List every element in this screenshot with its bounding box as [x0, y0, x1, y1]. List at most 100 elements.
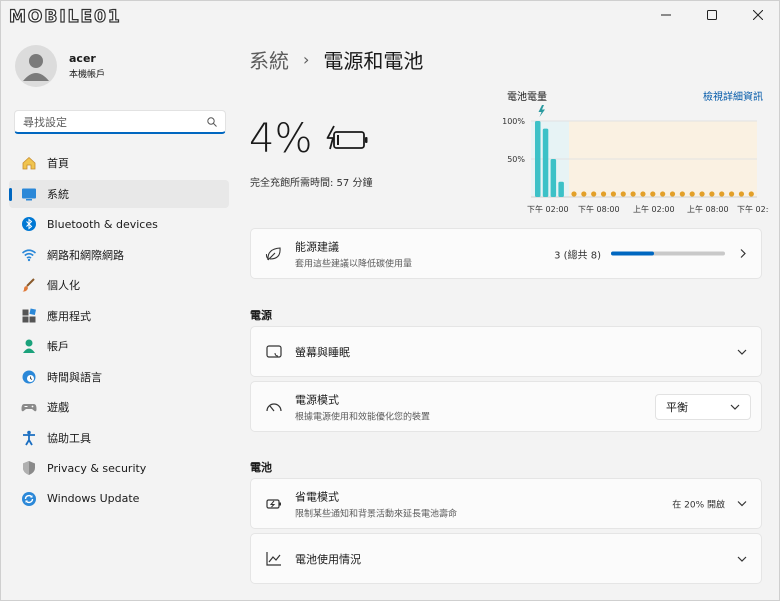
energy-recommendations-card[interactable]: 能源建議 套用這些建議以降低碳使用量 3 (總共 8): [250, 228, 762, 279]
battery-level-dot: [748, 191, 754, 197]
battery-level-dot: [719, 191, 725, 197]
settings-window: MOBILE01 acer 本機帳戶 尋找設定 首頁 系統 Bluetooth …: [0, 0, 780, 601]
battery-saver-card[interactable]: 省電模式 限制某些通知和背景活動來延長電池壽命 在 20% 開啟: [250, 478, 762, 529]
power-section-title: 電源: [250, 309, 272, 322]
screen-sleep-title: 螢幕與睡眠: [295, 345, 350, 359]
battery-saver-title: 省電模式: [295, 490, 339, 503]
person-icon: [21, 338, 37, 354]
nav-label: 首頁: [47, 157, 69, 170]
battery-level-dot: [729, 191, 735, 197]
power-mode-subtitle: 根據電源使用和效能優化您的裝置: [295, 412, 431, 422]
minimize-icon: [661, 14, 671, 16]
nav-label: Bluetooth & devices: [47, 217, 158, 231]
battery-usage-card[interactable]: 電池使用情況: [250, 533, 762, 584]
wifi-icon: [21, 247, 37, 263]
nav-item-system[interactable]: 系統: [9, 179, 229, 208]
nav-item-privacy[interactable]: Privacy & security: [9, 454, 229, 482]
power-mode-title: 電源模式: [295, 393, 339, 406]
screen-sleep-icon: [265, 343, 283, 361]
nav-item-bluetooth[interactable]: Bluetooth & devices: [9, 210, 229, 238]
gamepad-icon: [21, 399, 37, 415]
minimize-button[interactable]: [643, 1, 689, 29]
x-tick-label: 上午 08:00: [687, 204, 729, 214]
search-input[interactable]: 尋找設定: [14, 110, 226, 134]
close-button[interactable]: [735, 1, 780, 29]
battery-saver-status: 在 20% 開啟: [672, 500, 725, 510]
nav-list: 首頁 系統 Bluetooth & devices 網路和網際網路 個人化 應用…: [9, 149, 229, 515]
main-content: 系統 › 電源和電池 4% 完全充飽所需時間: 57 分鐘 電池電量 檢視詳細資…: [237, 31, 780, 601]
nav-item-home[interactable]: 首頁: [9, 149, 229, 177]
nav-label: 帳戶: [47, 340, 69, 353]
battery-bar: [550, 159, 557, 197]
battery-bar: [535, 121, 541, 197]
x-tick-label: 下午 08:00: [578, 204, 620, 214]
battery-level-dot: [581, 191, 587, 197]
nav-label: 系統: [47, 187, 69, 201]
energy-progress-fill: [611, 251, 654, 256]
page-title: 電源和電池: [323, 49, 424, 73]
battery-level-dot: [709, 191, 715, 197]
nav-item-accessibility[interactable]: 協助工具: [9, 424, 229, 452]
battery-level-dot: [699, 191, 705, 197]
breadcrumb-parent[interactable]: 系統: [249, 45, 289, 74]
battery-charging-icon: [325, 125, 369, 156]
user-profile[interactable]: acer 本機帳戶: [15, 45, 105, 87]
sidebar: acer 本機帳戶 尋找設定 首頁 系統 Bluetooth & devices: [1, 31, 237, 601]
breadcrumb: 系統 › 電源和電池: [249, 45, 423, 74]
breadcrumb-separator: ›: [303, 50, 310, 69]
y-tick-label: 100%: [502, 117, 525, 126]
search-icon: [207, 116, 217, 127]
shield-icon: [21, 460, 37, 476]
usage-chart-icon: [265, 550, 283, 568]
nav-label: 遊戲: [47, 401, 69, 414]
nav-item-time-language[interactable]: 時間與語言: [9, 363, 229, 391]
battery-saver-subtitle: 限制某些通知和背景活動來延長電池壽命: [295, 509, 458, 519]
nav-item-personalization[interactable]: 個人化: [9, 271, 229, 299]
nav-item-gaming[interactable]: 遊戲: [9, 393, 229, 421]
search-placeholder: 尋找設定: [23, 115, 67, 129]
nav-item-windows-update[interactable]: Windows Update: [9, 485, 229, 513]
title-bar: MOBILE01: [1, 1, 780, 31]
window-controls: [643, 1, 780, 29]
chevron-down-icon: [737, 349, 747, 355]
maximize-button[interactable]: [689, 1, 735, 29]
battery-level-dot: [679, 191, 685, 197]
nav-label: 時間與語言: [47, 370, 102, 384]
x-tick-label: 上午 02:00: [633, 204, 675, 214]
battery-bar: [542, 128, 549, 197]
battery-level-dot: [669, 191, 676, 197]
power-mode-card: 電源模式 根據電源使用和效能優化您的裝置 平衡: [250, 381, 762, 432]
person-avatar-icon: [23, 54, 49, 81]
chevron-right-icon: [740, 249, 746, 258]
power-mode-dropdown[interactable]: 平衡: [655, 393, 751, 420]
battery-percent: 4%: [249, 116, 313, 162]
nav-label: Privacy & security: [47, 461, 147, 475]
user-name: acer: [69, 52, 96, 65]
battery-bar: [558, 181, 564, 197]
accessibility-icon: [21, 430, 37, 446]
logo-text: MOBILE01: [8, 6, 122, 27]
screen-sleep-card[interactable]: 螢幕與睡眠: [250, 326, 762, 377]
charging-bolt-icon: [538, 105, 545, 117]
nav-item-apps[interactable]: 應用程式: [9, 302, 229, 330]
battery-level-dot: [610, 191, 616, 197]
charge-time: 完全充飽所需時間: 57 分鐘: [250, 178, 373, 189]
battery-saver-icon: [265, 495, 283, 513]
chevron-down-icon: [737, 556, 747, 562]
battery-section-title: 電池: [250, 461, 272, 474]
battery-level-dot: [689, 191, 695, 197]
battery-level-dot: [630, 191, 636, 197]
nav-item-network[interactable]: 網路和網際網路: [9, 241, 229, 269]
system-icon: [21, 186, 37, 202]
energy-count: 3 (總共 8): [554, 250, 601, 261]
y-tick-label: 50%: [507, 155, 525, 164]
nav-item-accounts[interactable]: 帳戶: [9, 332, 229, 360]
battery-level-dot: [738, 191, 745, 197]
battery-level-dot: [600, 191, 607, 197]
x-tick-label: 下午 02:00: [527, 204, 569, 214]
nav-label: 網路和網際網路: [47, 248, 124, 262]
energy-progress-bar: [611, 251, 725, 256]
nav-label: Windows Update: [47, 492, 140, 505]
battery-level-dot: [640, 191, 646, 197]
globe-clock-icon: [21, 369, 37, 385]
